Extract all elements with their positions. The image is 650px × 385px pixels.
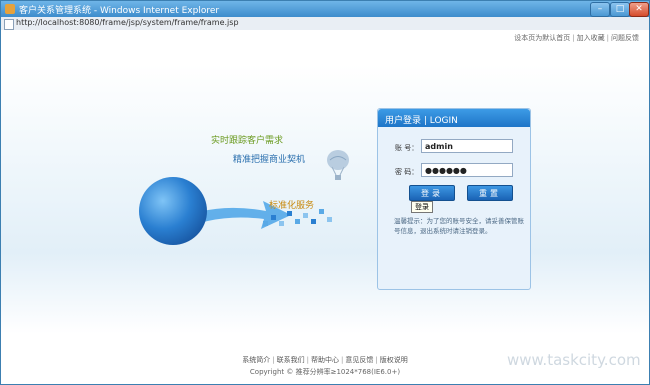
divider: |	[306, 356, 309, 364]
login-header: 用户登录 | LOGIN	[378, 109, 530, 127]
login-button[interactable]: 登录	[409, 185, 455, 201]
slogan-standard-service: 标准化服务	[269, 201, 315, 211]
divider: |	[606, 34, 609, 42]
minimize-button[interactable]: –	[590, 2, 610, 17]
address-bar: http://localhost:8080/frame/jsp/system/f…	[1, 17, 649, 31]
balloon-icon	[327, 150, 349, 180]
slogan-track-needs: 实时跟踪客户需求	[211, 136, 284, 146]
divider: |	[375, 356, 378, 364]
page-icon	[4, 19, 14, 30]
top-links: 设本页为默认首页 | 加入收藏 | 问题反馈	[514, 33, 639, 43]
footer-link-copyright[interactable]: 版权说明	[380, 356, 408, 364]
divider: |	[572, 34, 575, 42]
watermark-text: www.taskcity.com	[507, 351, 641, 369]
browser-window: 客户关系管理系统 - Windows Internet Explorer – □…	[0, 0, 650, 385]
add-favorite-link[interactable]: 加入收藏	[577, 34, 605, 42]
reset-button[interactable]: 重置	[467, 185, 513, 201]
close-button[interactable]: ✕	[629, 2, 649, 17]
set-homepage-link[interactable]: 设本页为默认首页	[514, 34, 570, 42]
footer-link-help[interactable]: 帮助中心	[311, 356, 339, 364]
login-tooltip: 登录	[411, 201, 433, 213]
footer-link-contact[interactable]: 联系我们	[277, 356, 305, 364]
footer-link-feedback[interactable]: 意见反馈	[345, 356, 373, 364]
login-title: 用户登录 | LOGIN	[385, 116, 458, 126]
username-label: 账 号：	[395, 144, 419, 152]
banner-background	[1, 64, 649, 334]
footer-link-about[interactable]: 系统简介	[242, 356, 270, 364]
password-label: 密 码：	[395, 168, 419, 176]
maximize-button[interactable]: □	[610, 2, 630, 17]
ie-app-icon	[5, 4, 15, 14]
login-hint: 温馨提示：为了您的账号安全，请妥善保管账号信息，退出系统时请注销登录。	[394, 217, 524, 235]
window-title: 客户关系管理系统 - Windows Internet Explorer	[19, 6, 220, 16]
password-field[interactable]: ●●●●●●	[421, 163, 513, 177]
slogan-grasp-opportunity: 精准把握商业契机	[233, 155, 306, 165]
username-field[interactable]: admin	[421, 139, 513, 153]
title-bar: 客户关系管理系统 - Windows Internet Explorer – □…	[1, 1, 649, 17]
globe-icon	[139, 177, 207, 245]
url-field[interactable]: http://localhost:8080/frame/jsp/system/f…	[16, 18, 644, 28]
divider: |	[272, 356, 275, 364]
divider: |	[341, 356, 344, 364]
feedback-link[interactable]: 问题反馈	[611, 34, 639, 42]
